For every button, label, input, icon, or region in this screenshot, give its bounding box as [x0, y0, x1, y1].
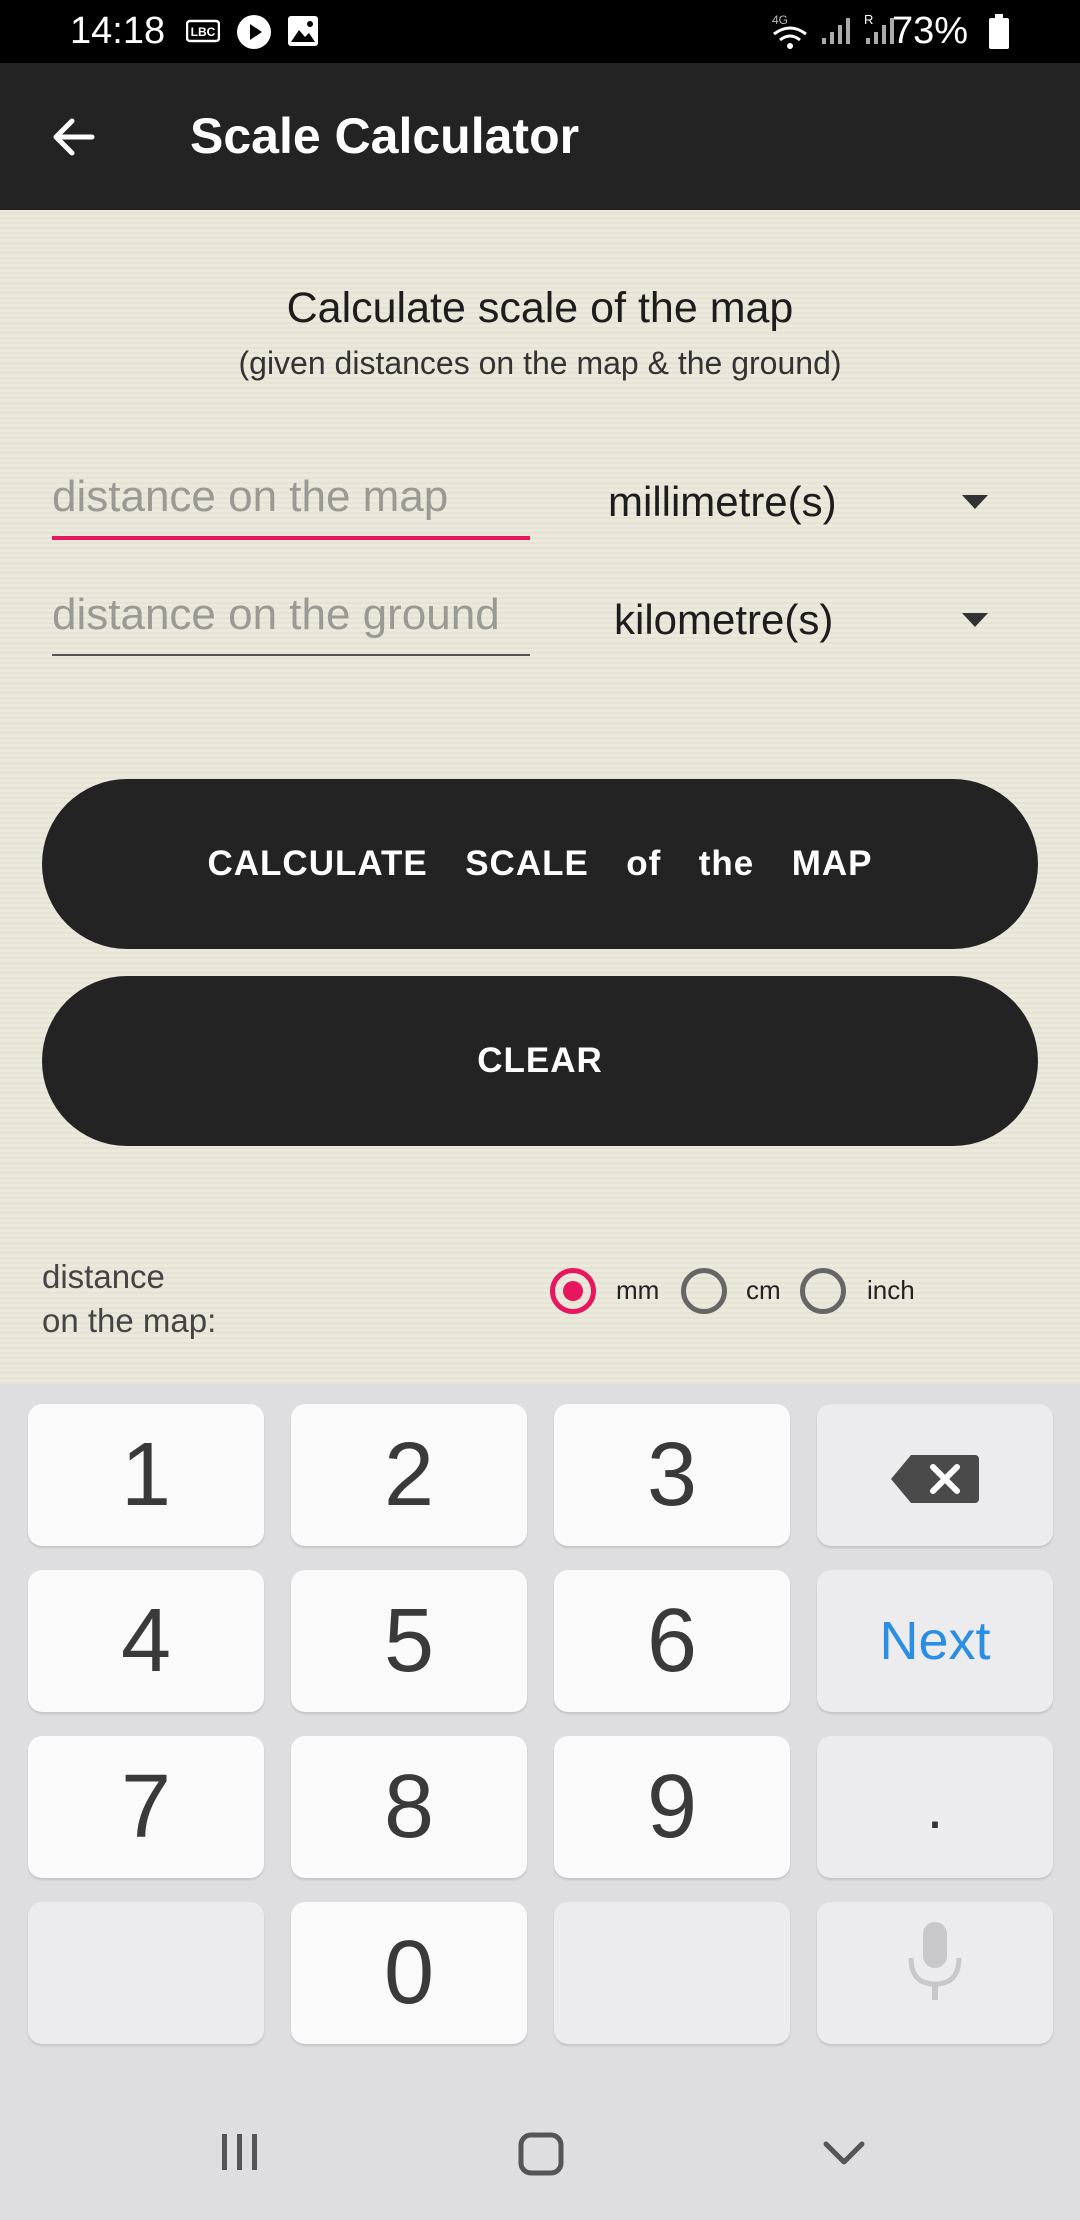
home-icon[interactable]: [518, 2132, 564, 2181]
main-subheading: (given distances on the map & the ground…: [238, 345, 842, 381]
svg-text:R: R: [864, 12, 873, 27]
page-title: Scale Calculator: [190, 108, 580, 164]
blank-key-left[interactable]: [28, 1902, 264, 2044]
radio-mm[interactable]: [550, 1268, 596, 1314]
signal-icon: [820, 16, 854, 51]
chevron-down-icon[interactable]: [962, 613, 988, 627]
battery-percent: 73%: [891, 10, 968, 52]
hide-keyboard-icon[interactable]: [822, 2140, 866, 2173]
svg-text:4G: 4G: [772, 13, 788, 27]
wifi-4g-icon: 4G: [770, 12, 810, 55]
key-7[interactable]: 7: [28, 1736, 264, 1878]
unit-selector-label: distance on the map:: [42, 1255, 322, 1343]
radio-inch[interactable]: [800, 1268, 846, 1314]
map-distance-input[interactable]: distance on the map: [52, 472, 530, 540]
radio-cm[interactable]: [681, 1268, 727, 1314]
ground-distance-placeholder: distance on the ground: [52, 590, 500, 639]
key-6[interactable]: 6: [554, 1570, 790, 1712]
back-arrow-icon[interactable]: [48, 111, 100, 163]
key-1[interactable]: 1: [28, 1404, 264, 1546]
key-9[interactable]: 9: [554, 1736, 790, 1878]
image-icon: [286, 14, 320, 53]
svg-text:LBC: LBC: [191, 25, 216, 39]
decimal-key[interactable]: .: [817, 1736, 1053, 1878]
chevron-down-icon[interactable]: [962, 495, 988, 509]
ground-distance-input[interactable]: distance on the ground: [52, 590, 530, 656]
unit-label-line1: distance: [42, 1258, 165, 1295]
backspace-key[interactable]: [817, 1404, 1053, 1546]
ground-unit-value: kilometre(s): [614, 596, 834, 643]
key-8[interactable]: 8: [291, 1736, 527, 1878]
key-4[interactable]: 4: [28, 1570, 264, 1712]
radio-inch-label[interactable]: inch: [867, 1275, 915, 1306]
key-3[interactable]: 3: [554, 1404, 790, 1546]
play-icon: [236, 14, 272, 55]
map-distance-placeholder: distance on the map: [52, 472, 449, 521]
key-0[interactable]: 0: [291, 1902, 527, 2044]
map-unit-value: millimetre(s): [608, 478, 837, 525]
microphone-icon: [903, 1920, 967, 2026]
key-5[interactable]: 5: [291, 1570, 527, 1712]
backspace-icon: [889, 1424, 981, 1527]
status-time: 14:18: [70, 10, 166, 52]
blank-key-right[interactable]: [554, 1902, 790, 2044]
clear-button[interactable]: CLEAR: [42, 976, 1038, 1146]
radio-mm-label[interactable]: mm: [616, 1275, 659, 1306]
ground-unit-dropdown[interactable]: kilometre(s): [614, 596, 833, 644]
app-bar: Scale Calculator: [0, 63, 1080, 210]
map-unit-dropdown[interactable]: millimetre(s): [608, 478, 837, 526]
battery-icon: [988, 14, 1010, 55]
calculate-scale-button[interactable]: CALCULATE SCALE of the MAP: [42, 779, 1038, 949]
lbc-icon: LBC: [185, 18, 221, 49]
radio-cm-label[interactable]: cm: [746, 1275, 781, 1306]
main-heading: Calculate scale of the map: [286, 284, 794, 332]
key-2[interactable]: 2: [291, 1404, 527, 1546]
recent-apps-icon[interactable]: [218, 2132, 262, 2177]
main-content: Calculate scale of the map (given distan…: [0, 210, 1080, 1384]
status-bar: 14:18 LBC 4G R 73%: [0, 0, 1080, 63]
unit-label-line2: on the map:: [42, 1302, 217, 1339]
numeric-keyboard: 1 2 3 4 5 6 Next 7 8 9 . 0: [0, 1384, 1080, 2220]
next-key[interactable]: Next: [817, 1570, 1053, 1712]
voice-input-key[interactable]: [817, 1902, 1053, 2044]
